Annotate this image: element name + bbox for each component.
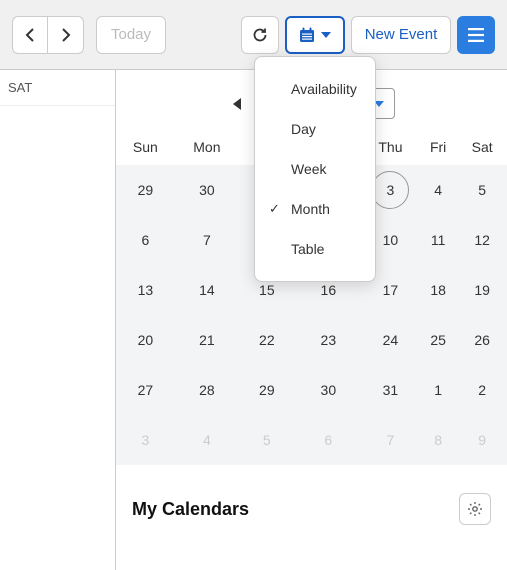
caret-down-icon <box>321 32 331 38</box>
refresh-icon <box>252 27 268 43</box>
week-row: 20 21 22 23 24 25 26 <box>116 315 507 365</box>
view-dropdown: Availability Day Week Month Table <box>254 56 376 282</box>
day-cell[interactable]: 6 <box>295 415 362 465</box>
left-column: SAT <box>0 70 116 570</box>
next-button[interactable] <box>48 16 84 54</box>
calendar-settings-button[interactable] <box>459 493 491 525</box>
day-cell[interactable]: 5 <box>457 165 507 215</box>
day-cell[interactable]: 7 <box>362 415 419 465</box>
toolbar: Today New Event <box>0 0 507 70</box>
day-cell[interactable]: 4 <box>175 415 239 465</box>
day-cell[interactable]: 18 <box>419 265 458 315</box>
day-cell[interactable]: 26 <box>457 315 507 365</box>
day-cell[interactable]: 5 <box>239 415 295 465</box>
day-cell[interactable]: 27 <box>116 365 175 415</box>
day-cell[interactable]: 4 <box>419 165 458 215</box>
gear-icon <box>467 501 483 517</box>
day-cell[interactable]: 3 <box>116 415 175 465</box>
day-cell[interactable]: 12 <box>457 215 507 265</box>
menu-icon <box>468 28 484 42</box>
new-event-button[interactable]: New Event <box>351 16 451 54</box>
view-select-button[interactable] <box>285 16 345 54</box>
day-cell[interactable]: 31 <box>362 365 419 415</box>
day-cell[interactable]: 6 <box>116 215 175 265</box>
weekday: Sat <box>457 129 507 165</box>
weekday: Sun <box>116 129 175 165</box>
day-cell[interactable]: 29 <box>239 365 295 415</box>
day-cell[interactable]: 14 <box>175 265 239 315</box>
week-row: 27 28 29 30 31 1 2 <box>116 365 507 415</box>
weekday: Fri <box>419 129 458 165</box>
day-cell[interactable]: 19 <box>457 265 507 315</box>
view-option-table[interactable]: Table <box>255 229 375 269</box>
prev-button[interactable] <box>12 16 48 54</box>
day-cell[interactable]: 30 <box>175 165 239 215</box>
day-cell[interactable]: 11 <box>419 215 458 265</box>
day-cell[interactable]: 24 <box>362 315 419 365</box>
refresh-button[interactable] <box>241 16 279 54</box>
view-option-day[interactable]: Day <box>255 109 375 149</box>
calendar-icon <box>299 27 315 43</box>
day-cell[interactable]: 29 <box>116 165 175 215</box>
day-cell[interactable]: 9 <box>457 415 507 465</box>
view-option-month[interactable]: Month <box>255 189 375 229</box>
nav-buttons <box>12 16 84 54</box>
week-row: 3 4 5 6 7 8 9 <box>116 415 507 465</box>
day-cell[interactable]: 30 <box>295 365 362 415</box>
day-cell[interactable]: 7 <box>175 215 239 265</box>
day-cell[interactable]: 8 <box>419 415 458 465</box>
day-column-header: SAT <box>0 70 115 106</box>
today-button[interactable]: Today <box>96 16 166 54</box>
my-calendars-title: My Calendars <box>132 499 249 520</box>
day-cell[interactable]: 20 <box>116 315 175 365</box>
day-cell[interactable]: 21 <box>175 315 239 365</box>
view-option-availability[interactable]: Availability <box>255 69 375 109</box>
hamburger-menu-button[interactable] <box>457 16 495 54</box>
prev-month-button[interactable] <box>228 94 248 114</box>
day-cell[interactable]: 23 <box>295 315 362 365</box>
day-cell[interactable]: 2 <box>457 365 507 415</box>
my-calendars-section: My Calendars <box>116 465 507 541</box>
day-cell[interactable]: 1 <box>419 365 458 415</box>
day-cell[interactable]: 28 <box>175 365 239 415</box>
view-option-week[interactable]: Week <box>255 149 375 189</box>
day-cell[interactable]: 13 <box>116 265 175 315</box>
weekday: Mon <box>175 129 239 165</box>
day-cell[interactable]: 22 <box>239 315 295 365</box>
day-cell[interactable]: 25 <box>419 315 458 365</box>
